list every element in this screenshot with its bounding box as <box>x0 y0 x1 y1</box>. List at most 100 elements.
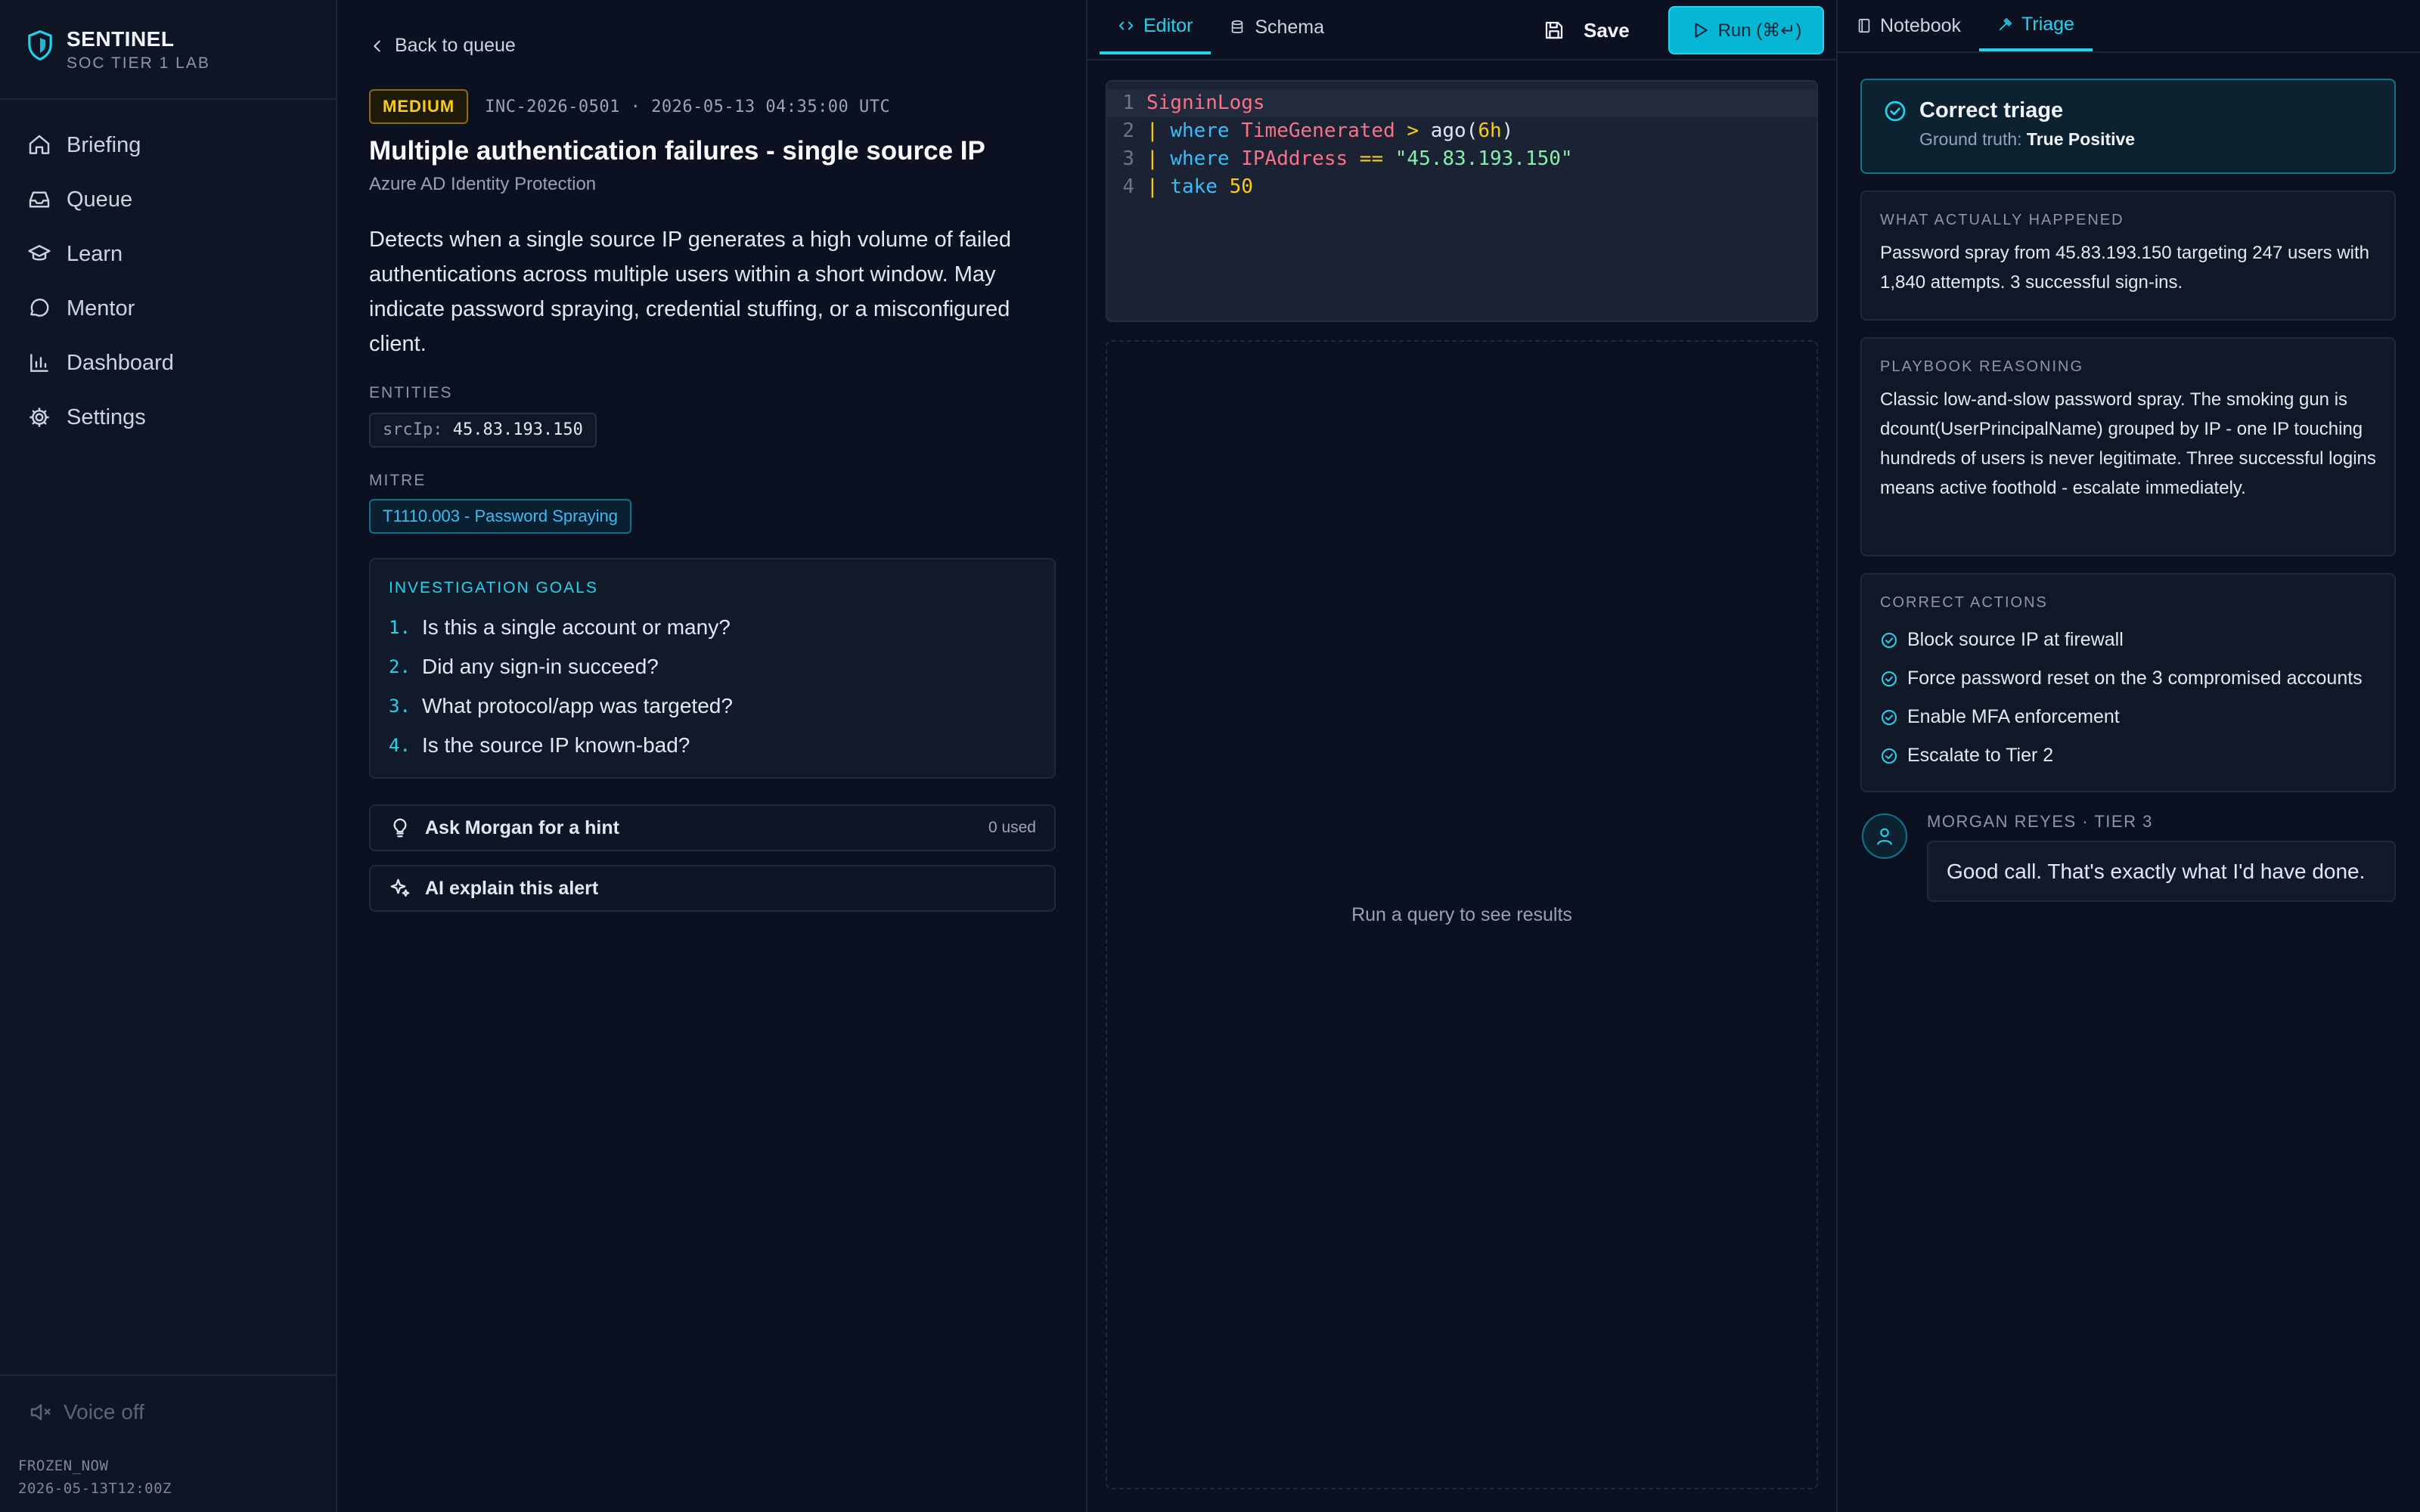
sidebar-item-label: Dashboard <box>67 350 174 375</box>
alert-meta-row: MEDIUM INC-2026-0501 · 2026-05-13 04:35:… <box>369 89 890 124</box>
code-token: 6h <box>1478 119 1502 142</box>
card-label: WHAT ACTUALLY HAPPENED <box>1880 212 2124 228</box>
tab-triage[interactable]: Triage <box>1979 0 2093 51</box>
alert-panel: Back to queue MEDIUM INC-2026-0501 · 202… <box>337 0 1087 1512</box>
code-line: 2 | where TimeGenerated > ago(6h) <box>1107 117 1817 145</box>
entities-label: ENTITIES <box>369 384 453 401</box>
avatar <box>1862 813 1907 859</box>
tab-notebook[interactable]: Notebook <box>1838 0 1979 51</box>
goal-text: Did any sign-in succeed? <box>422 655 659 678</box>
list-item: Force password reset on the 3 compromise… <box>1880 659 2376 698</box>
run-query-button[interactable]: Run (⌘↵) <box>1668 6 1824 54</box>
code-line: 4 | take 50 <box>1107 173 1817 201</box>
card-text: Password spray from 45.83.193.150 target… <box>1880 243 2370 293</box>
action-text: Block source IP at firewall <box>1907 629 2124 650</box>
goals-label: INVESTIGATION GOALS <box>389 579 598 596</box>
ground-truth-value: True Positive <box>2026 129 2136 149</box>
goal-text: Is this a single account or many? <box>422 615 731 639</box>
code-token: | <box>1146 119 1159 142</box>
code-token: ) <box>1501 119 1514 142</box>
action-text: Enable MFA enforcement <box>1907 706 2120 727</box>
alert-description: Detects when a single source IP generate… <box>369 228 1012 356</box>
code-token: where <box>1170 119 1230 142</box>
check-circle-icon <box>1882 709 1897 725</box>
bar-chart-icon <box>30 354 48 372</box>
brand-subtitle: SOC TIER 1 LAB <box>67 54 210 72</box>
list-item: 1. Is this a single account or many? <box>389 608 1036 647</box>
mitre-tag[interactable]: T1110.003 - Password Spraying <box>369 499 632 534</box>
tab-label: Editor <box>1143 14 1193 36</box>
goal-text: Is the source IP known-bad? <box>422 733 690 757</box>
sparkles-icon <box>390 878 410 897</box>
line-number: 1 <box>1122 91 1134 114</box>
code-line: 1 SigninLogs <box>1107 89 1817 117</box>
sidebar-item-label: Learn <box>67 241 123 266</box>
code-token: IPAddress <box>1241 147 1348 170</box>
play-icon <box>1695 23 1708 38</box>
goal-number: 2. <box>389 656 411 677</box>
sidebar: SENTINEL SOC TIER 1 LAB Briefing Queue L… <box>0 0 337 1512</box>
sidebar-item-briefing[interactable]: Briefing <box>27 118 174 172</box>
sidebar-item-learn[interactable]: Learn <box>27 227 174 281</box>
save-button[interactable]: Save <box>1543 11 1630 50</box>
check-circle-icon <box>1882 748 1897 764</box>
ai-explain-button[interactable]: AI explain this alert <box>369 865 1056 912</box>
editor-tabs: Editor Schema <box>1100 0 1342 54</box>
hint-used-count: 0 used <box>988 819 1036 836</box>
code-token: | <box>1146 175 1159 198</box>
voice-toggle[interactable]: Voice off <box>29 1400 144 1424</box>
check-circle-icon <box>1882 671 1897 686</box>
alert-source: Azure AD Identity Protection <box>369 174 597 194</box>
code-token: TimeGenerated <box>1241 119 1395 142</box>
divider <box>0 1374 337 1376</box>
list-item: 4. Is the source IP known-bad? <box>389 726 1036 765</box>
code-token: > <box>1407 119 1419 142</box>
speaker-muted-icon <box>30 1404 51 1421</box>
playbook-reasoning-card: PLAYBOOK REASONING Classic low-and-slow … <box>1860 337 2396 556</box>
results-area: Run a query to see results <box>1106 340 1818 1489</box>
list-item: Escalate to Tier 2 <box>1880 736 2376 775</box>
brand-name: SENTINEL <box>67 27 175 51</box>
chevron-left-icon <box>374 40 380 51</box>
sidebar-item-settings[interactable]: Settings <box>27 390 174 445</box>
voice-label: Voice off <box>64 1400 144 1424</box>
sidebar-item-queue[interactable]: Queue <box>27 172 174 227</box>
check-circle-icon <box>1885 101 1906 121</box>
database-icon <box>1232 20 1243 33</box>
card-label: CORRECT ACTIONS <box>1880 594 2048 611</box>
sidebar-item-mentor[interactable]: Mentor <box>27 281 174 336</box>
action-text: Force password reset on the 3 compromise… <box>1907 668 2363 689</box>
triage-tabs: Notebook Triage <box>1838 0 2093 51</box>
tab-label: Schema <box>1255 16 1325 38</box>
goal-text: What protocol/app was targeted? <box>422 694 733 717</box>
divider <box>0 98 337 100</box>
alert-title: Multiple authentication failures - singl… <box>369 136 985 166</box>
hint-label: Ask Morgan for a hint <box>425 816 619 838</box>
floppy-disk-icon <box>1545 21 1563 39</box>
code-token: == <box>1359 147 1384 170</box>
tab-schema[interactable]: Schema <box>1211 0 1342 54</box>
entity-key: srcIp: <box>383 420 443 439</box>
entity-chip[interactable]: srcIp: 45.83.193.150 <box>369 413 597 448</box>
line-number: 3 <box>1122 147 1134 170</box>
verdict-card: Correct triage Ground truth: True Positi… <box>1860 79 2396 174</box>
back-to-queue-link[interactable]: Back to queue <box>369 35 516 57</box>
list-item: 2. Did any sign-in succeed? <box>389 647 1036 686</box>
sidebar-item-label: Mentor <box>67 296 135 321</box>
frozen-label: FROZEN_NOW <box>18 1458 109 1474</box>
sidebar-item-label: Settings <box>67 404 146 429</box>
tab-label: Notebook <box>1880 14 1962 36</box>
tab-editor[interactable]: Editor <box>1100 0 1212 54</box>
code-token: 50 <box>1229 175 1253 198</box>
code-token: take <box>1170 175 1218 198</box>
sidebar-item-dashboard[interactable]: Dashboard <box>27 336 174 390</box>
chat-bubble-icon <box>30 299 49 317</box>
gavel-icon <box>1999 17 2012 31</box>
back-label: Back to queue <box>395 35 516 56</box>
mentor-name: MORGAN REYES · TIER 3 <box>1927 812 2153 831</box>
ask-hint-button[interactable]: Ask Morgan for a hint 0 used <box>369 804 1056 851</box>
brand[interactable]: SENTINEL SOC TIER 1 LAB <box>27 26 210 74</box>
sidebar-nav: Briefing Queue Learn Mentor Dashboard Se… <box>27 118 174 445</box>
code-editor[interactable]: 1 SigninLogs 2 | where TimeGenerated > a… <box>1106 80 1818 322</box>
correct-actions-card: CORRECT ACTIONS Block source IP at firew… <box>1860 573 2396 792</box>
